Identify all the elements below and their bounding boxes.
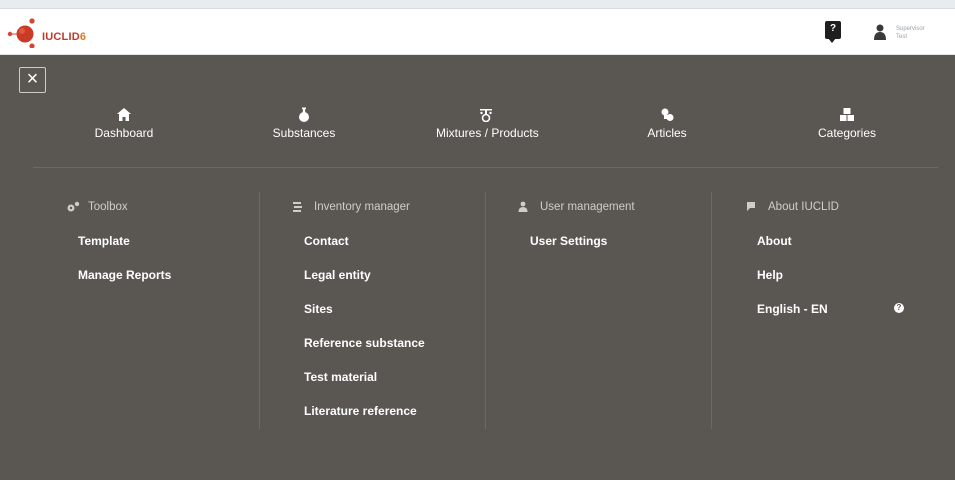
logo-text: IUCLID6	[42, 31, 87, 43]
logo-molecule-icon	[7, 18, 35, 49]
link-reference-substance[interactable]: Reference substance	[304, 336, 425, 350]
books-icon	[293, 202, 302, 212]
user-icon	[518, 201, 528, 212]
user-avatar-icon[interactable]	[873, 23, 887, 41]
close-menu-button[interactable]: ×	[19, 67, 46, 93]
nav-articles-label: Articles	[647, 126, 687, 140]
flask-icon	[299, 107, 309, 122]
help-bubble-icon[interactable]: ?	[825, 21, 841, 43]
link-user-settings[interactable]: User Settings	[530, 234, 607, 248]
info-icon[interactable]: ?	[894, 303, 904, 313]
user-management-column: User management User Settings	[486, 192, 711, 429]
articles-icon	[661, 108, 674, 121]
nav-mixtures-products[interactable]: Mixtures / Products	[436, 107, 539, 140]
menu-divider	[33, 167, 938, 168]
toolbox-heading: Toolbox	[66, 201, 128, 213]
comment-icon	[747, 202, 755, 211]
inventory-manager-column: Inventory manager Contact Legal entity S…	[260, 192, 485, 429]
categories-icon	[840, 108, 854, 121]
browser-top-strip	[0, 0, 955, 9]
iuclid-logo[interactable]: IUCLID6	[6, 16, 126, 49]
gears-icon	[67, 201, 80, 212]
link-literature-reference[interactable]: Literature reference	[304, 404, 417, 418]
mixture-icon	[480, 109, 492, 122]
link-contact[interactable]: Contact	[304, 234, 349, 248]
app-header: IUCLID6 ? Supervisor Test	[0, 9, 955, 55]
nav-dashboard-label: Dashboard	[94, 126, 154, 140]
inventory-manager-heading: Inventory manager	[292, 201, 410, 213]
about-iuclid-column: About IUCLID About Help English - EN	[712, 192, 955, 429]
link-manage-reports[interactable]: Manage Reports	[78, 268, 171, 282]
toolbox-column: Toolbox Template Manage Reports	[0, 192, 259, 429]
link-help[interactable]: Help	[757, 268, 783, 282]
user-name[interactable]: Supervisor Test	[896, 25, 925, 41]
link-sites[interactable]: Sites	[304, 302, 333, 316]
link-about[interactable]: About	[757, 234, 792, 248]
link-template[interactable]: Template	[78, 234, 130, 248]
nav-articles[interactable]: Articles	[642, 107, 692, 140]
user-management-heading: User management	[518, 201, 635, 213]
link-test-material[interactable]: Test material	[304, 370, 377, 384]
about-iuclid-heading: About IUCLID	[746, 201, 839, 213]
link-legal-entity[interactable]: Legal entity	[304, 268, 371, 282]
language-selector[interactable]: English - EN	[757, 302, 828, 316]
home-icon	[117, 108, 131, 121]
nav-mixtures-label: Mixtures / Products	[436, 126, 539, 140]
nav-dashboard[interactable]: Dashboard	[94, 107, 154, 140]
nav-categories[interactable]: Categories	[814, 107, 880, 140]
nav-categories-label: Categories	[817, 126, 877, 140]
nav-substances[interactable]: Substances	[268, 107, 340, 140]
nav-substances-label: Substances	[272, 126, 336, 140]
